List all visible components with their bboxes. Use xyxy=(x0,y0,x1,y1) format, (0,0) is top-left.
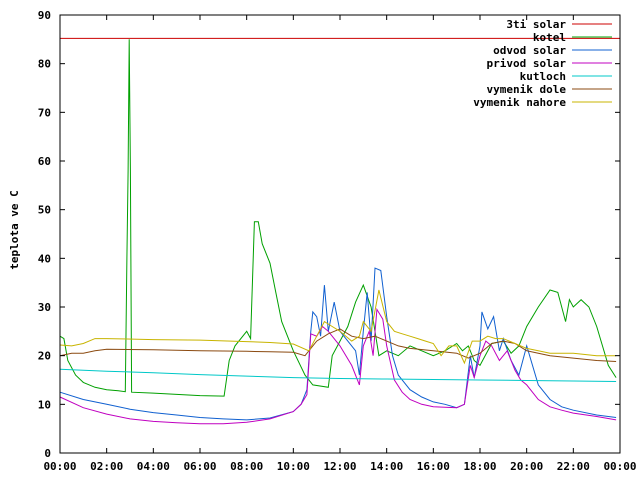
y-axis-title: teplota ve C xyxy=(8,190,21,269)
legend-label-0: 3ti solar xyxy=(506,18,566,31)
x-tick-label-10: 20:00 xyxy=(510,460,543,473)
x-tick-label-5: 10:00 xyxy=(277,460,310,473)
y-tick-label-2: 20 xyxy=(38,350,51,363)
x-tick-label-8: 16:00 xyxy=(417,460,450,473)
legend-label-5: vymenik dole xyxy=(487,83,567,96)
x-tick-label-4: 08:00 xyxy=(230,460,263,473)
legend-label-6: vymenik nahore xyxy=(473,96,566,109)
legend-label-2: odvod solar xyxy=(493,44,566,57)
y-tick-label-6: 60 xyxy=(38,155,51,168)
x-tick-label-9: 18:00 xyxy=(463,460,496,473)
x-tick-label-0: 00:00 xyxy=(43,460,76,473)
x-tick-label-11: 22:00 xyxy=(557,460,590,473)
line-chart: 0 10 20 30 40 50 60 70 80 90 00:00 02:00 04:00 06:00 0… xyxy=(0,0,640,480)
x-tick-label-1: 02:00 xyxy=(90,460,123,473)
x-tick-label-12: 00:00 xyxy=(603,460,636,473)
y-tick-label-0: 0 xyxy=(44,447,51,460)
y-tick-label-9: 90 xyxy=(38,9,51,22)
y-tick-label-3: 30 xyxy=(38,301,51,314)
legend-label-3: privod solar xyxy=(487,57,567,70)
x-tick-label-3: 06:00 xyxy=(183,460,216,473)
legend-label-4: kutloch xyxy=(520,70,566,83)
y-tick-label-8: 80 xyxy=(38,58,51,71)
x-tick-label-7: 14:00 xyxy=(370,460,403,473)
y-tick-label-4: 40 xyxy=(38,252,51,265)
x-tick-label-2: 04:00 xyxy=(137,460,170,473)
legend-label-1: kotel xyxy=(533,31,566,44)
x-tick-label-6: 12:00 xyxy=(323,460,356,473)
y-tick-label-5: 50 xyxy=(38,204,51,217)
y-tick-label-1: 10 xyxy=(38,398,51,411)
y-tick-label-7: 70 xyxy=(38,106,51,119)
